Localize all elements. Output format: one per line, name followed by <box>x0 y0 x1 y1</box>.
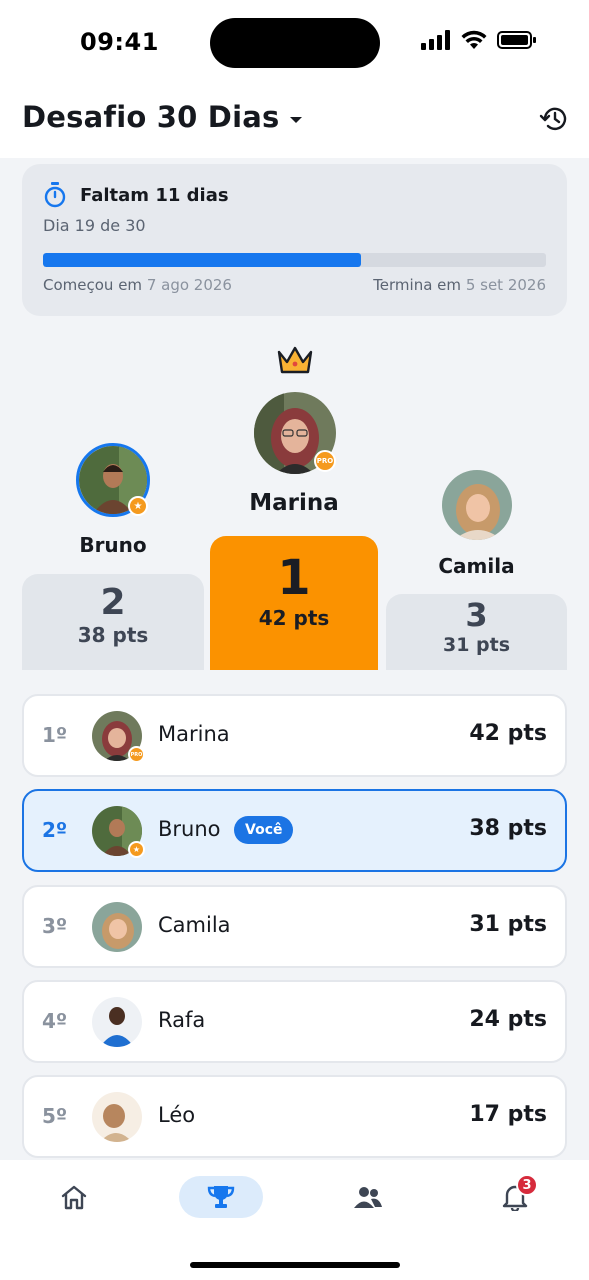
third-place-avatar[interactable] <box>442 470 512 540</box>
list-item-current-user[interactable]: 2º ★ Bruno Você 38 pts <box>22 789 567 872</box>
caret-down-icon <box>290 117 303 123</box>
challenge-progress-bar <box>43 253 546 267</box>
avatar-photo-camila <box>442 470 512 540</box>
podium-rank-first: 1 <box>277 550 311 606</box>
start-date-value: 7 ago 2026 <box>146 276 232 294</box>
header: Desafio 30 Dias <box>0 88 589 158</box>
participant-points: 17 pts <box>469 1102 547 1127</box>
pro-badge: PRO <box>128 746 145 763</box>
pro-badge: PRO <box>314 450 336 472</box>
page-title: Desafio 30 Dias <box>22 100 280 134</box>
rank-position: 2º <box>42 818 68 842</box>
rank-position: 5º <box>42 1104 68 1128</box>
podium-rank-third: 3 <box>465 596 488 634</box>
battery-icon <box>497 31 536 49</box>
home-icon <box>61 1185 87 1210</box>
crown-icon <box>277 346 313 374</box>
status-time: 09:41 <box>80 28 159 56</box>
tab-ranking[interactable] <box>179 1176 263 1218</box>
tab-home[interactable] <box>32 1176 116 1218</box>
start-date: Começou em 7 ago 2026 <box>43 276 232 294</box>
podium-rank-second: 2 <box>100 582 126 623</box>
third-place-name: Camila <box>438 554 515 578</box>
rank-position: 1º <box>42 723 68 747</box>
home-indicator <box>190 1262 400 1268</box>
first-place-name: Marina <box>249 490 339 516</box>
tab-group[interactable] <box>326 1176 410 1218</box>
status-icons <box>421 30 537 50</box>
star-badge: ★ <box>128 496 148 516</box>
timer-header: Faltam 11 dias <box>44 182 229 208</box>
podium-points-second: 38 pts <box>77 623 149 647</box>
people-icon <box>354 1187 382 1208</box>
avatar <box>92 902 142 952</box>
star-badge: ★ <box>128 841 145 858</box>
wifi-icon <box>461 30 487 49</box>
end-date: Termina em 5 set 2026 <box>373 276 546 294</box>
start-label: Começou em <box>43 276 143 294</box>
list-item[interactable]: 1º PRO Marina 42 pts <box>22 694 567 777</box>
participant-points: 31 pts <box>469 912 547 937</box>
podium: PRO Marina ★ Bruno Camila 2 38 pts 1 42 … <box>0 330 589 670</box>
stopwatch-icon <box>44 182 66 208</box>
list-item[interactable]: 3º Camila 31 pts <box>22 885 567 968</box>
rank-position: 3º <box>42 914 68 938</box>
timer-card: Faltam 11 dias Dia 19 de 30 Começou em 7… <box>22 164 567 316</box>
dynamic-island <box>210 18 380 68</box>
end-date-value: 5 set 2026 <box>465 276 546 294</box>
history-icon <box>539 107 567 131</box>
avatar <box>92 1092 142 1142</box>
status-bar: 09:41 <box>0 0 589 88</box>
participant-points: 42 pts <box>469 721 547 746</box>
list-item[interactable]: 5º Léo 17 pts <box>22 1075 567 1158</box>
podium-points-first: 42 pts <box>258 606 330 630</box>
timer-subtitle: Dia 19 de 30 <box>43 216 146 235</box>
participant-name: Marina <box>158 722 230 746</box>
list-item[interactable]: 4º Rafa 24 pts <box>22 980 567 1063</box>
participant-points: 38 pts <box>469 816 547 841</box>
end-label: Termina em <box>373 276 462 294</box>
podium-block-third: 3 31 pts <box>386 594 567 670</box>
challenge-selector[interactable]: Desafio 30 Dias <box>22 100 303 134</box>
podium-block-first: 1 42 pts <box>210 536 378 670</box>
history-button[interactable] <box>537 102 571 136</box>
avatar <box>92 997 142 1047</box>
participant-points: 24 pts <box>469 1007 547 1032</box>
second-place-name: Bruno <box>79 533 147 557</box>
tab-notifications[interactable] <box>473 1176 557 1218</box>
podium-block-second: 2 38 pts <box>22 574 204 670</box>
participant-name: Bruno <box>158 817 221 841</box>
progress-fill <box>43 253 362 267</box>
participant-name: Léo <box>158 1103 196 1127</box>
rank-position: 4º <box>42 1009 68 1033</box>
participant-name: Rafa <box>158 1008 206 1032</box>
trophy-icon <box>207 1186 235 1208</box>
signal-icon <box>421 30 450 50</box>
participant-name: Camila <box>158 913 231 937</box>
notification-count-badge: 3 <box>516 1174 538 1196</box>
you-badge: Você <box>234 816 294 844</box>
timer-title: Faltam 11 dias <box>80 184 229 206</box>
podium-points-third: 31 pts <box>442 634 511 656</box>
